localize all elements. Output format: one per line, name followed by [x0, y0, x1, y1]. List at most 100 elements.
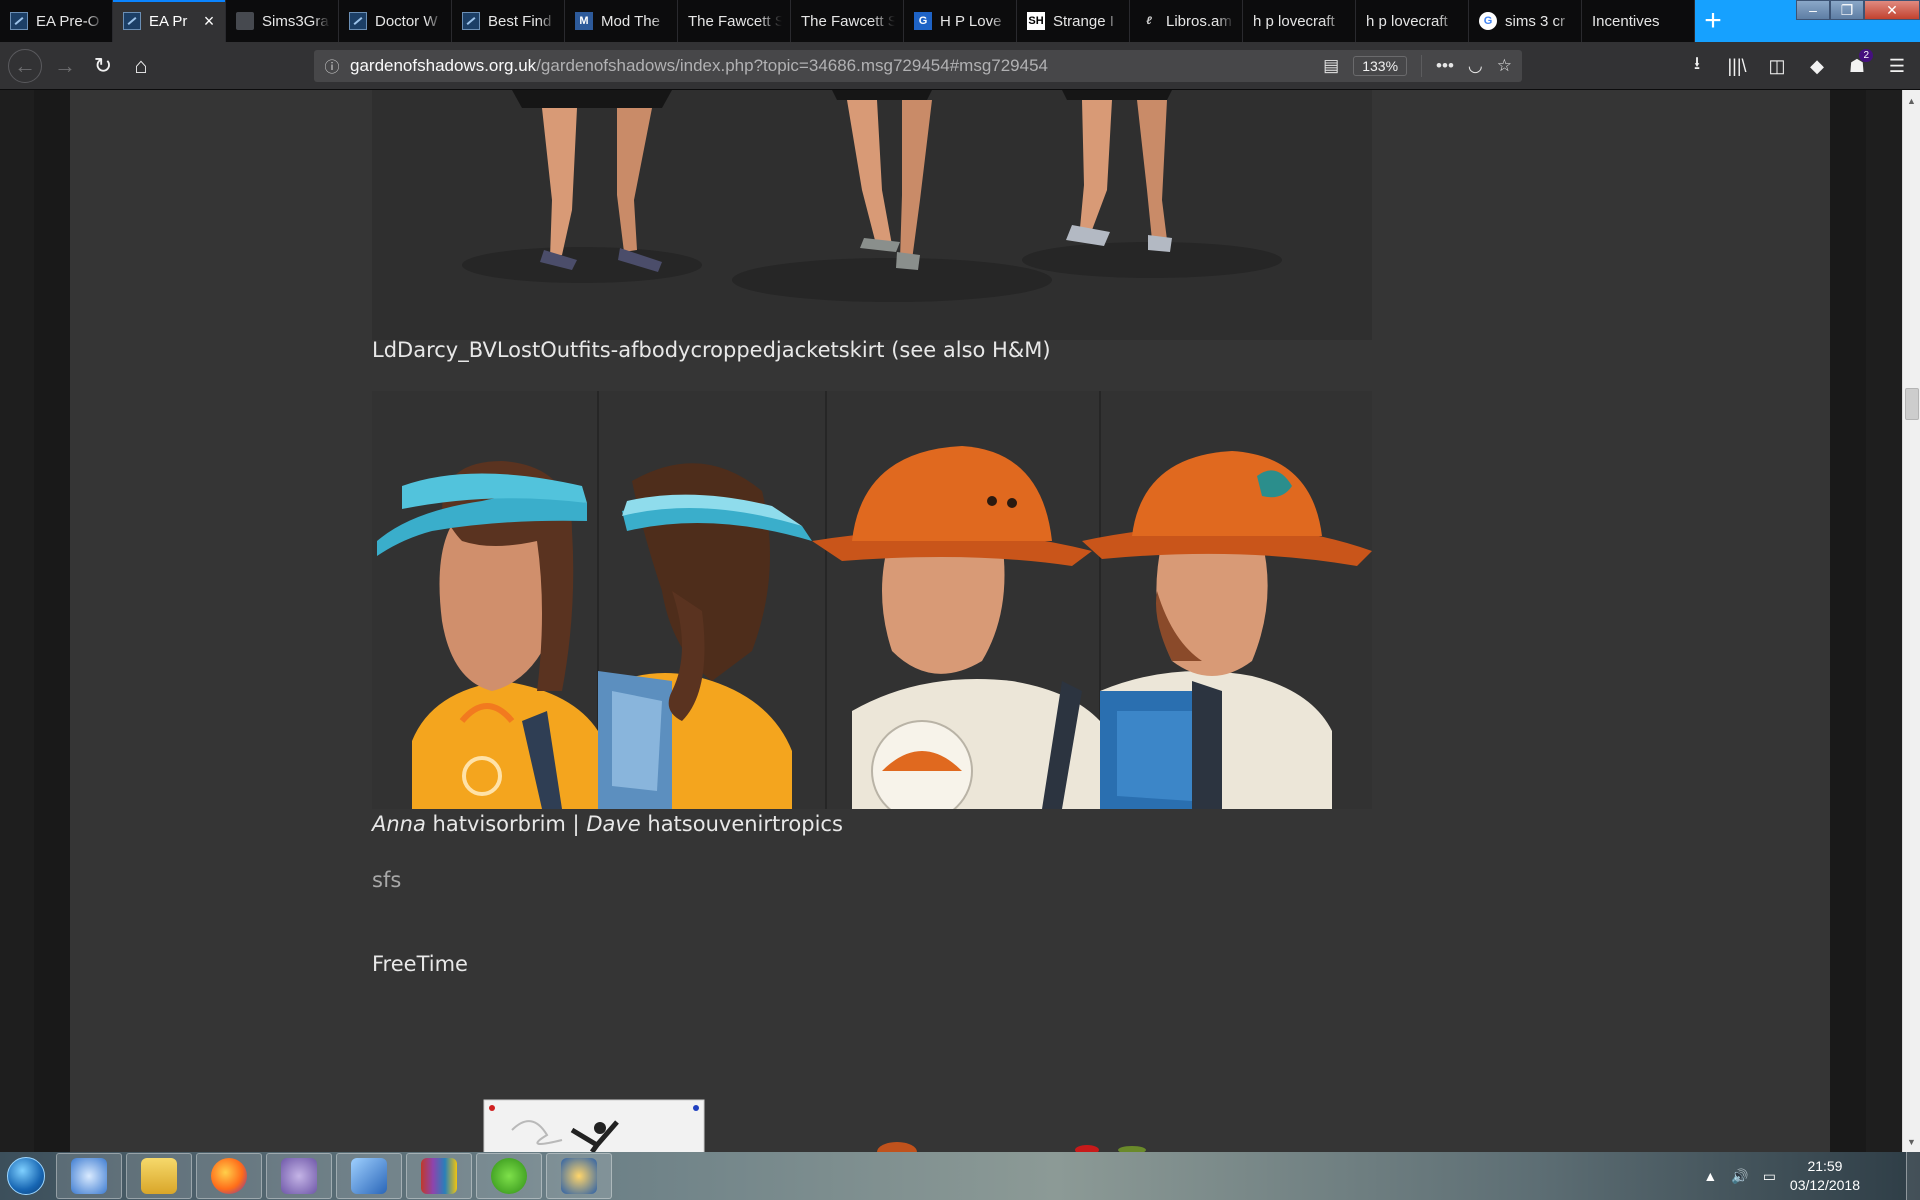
- tab-title: Mod The: [601, 12, 660, 30]
- browser-tab[interactable]: h p lovecraft: [1243, 0, 1356, 42]
- notification-badge: 2: [1859, 49, 1873, 62]
- caption-item-visor: hatvisorbrim |: [425, 812, 587, 836]
- browser-tab[interactable]: ℓ Libros.am: [1130, 0, 1243, 42]
- firefox-icon: [211, 1158, 247, 1194]
- navigation-toolbar: ← → ↻ ⌂ ⓘ gardenofshadows.org.uk/gardeno…: [0, 42, 1920, 90]
- system-tray: ▲ 🔊 ▭ 21:59 03/12/2018: [1703, 1152, 1860, 1200]
- browser-tab[interactable]: h p lovecraft: [1356, 0, 1469, 42]
- browser-tab[interactable]: G H P Love: [904, 0, 1017, 42]
- url-path: /gardenofshadows/index.php?topic=34686.m…: [536, 56, 1048, 75]
- browser-tab[interactable]: M Mod The: [565, 0, 678, 42]
- browser-tab[interactable]: Sims3Gra: [226, 0, 339, 42]
- scrollbar-thumb[interactable]: [1905, 388, 1919, 420]
- tab-title: H P Love: [940, 12, 1002, 30]
- taskbar-archiver[interactable]: [406, 1153, 472, 1199]
- url-bar[interactable]: ⓘ gardenofshadows.org.uk/gardenofshadows…: [314, 50, 1522, 82]
- taskbar-photo-app[interactable]: [546, 1153, 612, 1199]
- browser-tab[interactable]: Best Find: [452, 0, 565, 42]
- account-icon[interactable]: ☗ 2: [1840, 47, 1874, 85]
- browser-tab[interactable]: Gsims 3 cr: [1469, 0, 1582, 42]
- volume-icon[interactable]: 🔊: [1731, 1168, 1748, 1185]
- browser-tab[interactable]: Incentives: [1582, 0, 1695, 42]
- reload-button[interactable]: ↻: [84, 47, 122, 85]
- back-button[interactable]: ←: [8, 48, 42, 83]
- browser-tab[interactable]: SH Strange I: [1017, 0, 1130, 42]
- menu-icon[interactable]: ☰: [1880, 47, 1914, 85]
- green-app-icon: [491, 1158, 527, 1194]
- sidebar-icon[interactable]: ◫: [1760, 47, 1794, 85]
- tab-title: Best Find: [488, 12, 552, 30]
- tab-title: Doctor W: [375, 12, 438, 30]
- taskbar-app-5[interactable]: [336, 1153, 402, 1199]
- downloads-icon[interactable]: ⭳: [1680, 47, 1714, 85]
- caption-item-tropics: hatsouvenirtropics: [640, 812, 843, 836]
- tab-title: h p lovecraft: [1366, 12, 1448, 30]
- bookmark-star-icon[interactable]: ☆: [1497, 56, 1512, 76]
- clock-date: 03/12/2018: [1789, 1177, 1860, 1193]
- forward-button[interactable]: →: [46, 47, 84, 85]
- tab-strip: EA Pre-O EA Pr × Sims3Gra Doctor W Best Find M…: [0, 0, 1920, 42]
- tab-favicon-icon: G: [914, 12, 932, 30]
- freetime-illustration: [483, 1099, 1146, 1152]
- tab-title: The Fawcett S: [688, 12, 782, 30]
- browser-tab[interactable]: The Fawcett S: [791, 0, 904, 42]
- page-actions-icon[interactable]: •••: [1436, 56, 1454, 76]
- browser-tab[interactable]: The Fawcett S: [678, 0, 791, 42]
- url-bar-separator: [1421, 55, 1423, 77]
- page-scrollbar[interactable]: ▲ ▼: [1902, 90, 1920, 1152]
- extension-icon[interactable]: ◆: [1800, 47, 1834, 85]
- freetime-heading: FreeTime: [372, 952, 468, 976]
- tab-favicon-icon: M: [575, 12, 593, 30]
- taskbar-mail-app[interactable]: [56, 1153, 122, 1199]
- start-button[interactable]: [0, 1152, 52, 1200]
- tab-title: Sims3Gra: [262, 12, 329, 30]
- taskbar-clock[interactable]: 21:59 03/12/2018: [1790, 1157, 1860, 1195]
- taskbar-pidgin[interactable]: [266, 1153, 332, 1199]
- tab-favicon-icon: [349, 12, 367, 30]
- caption-name-dave: Dave: [586, 812, 641, 836]
- toolbar-right: ⭳ |||\ ◫ ◆ ☗ 2 ☰: [1680, 47, 1914, 85]
- browser-tab[interactable]: EA Pr ×: [113, 0, 226, 42]
- taskbar-firefox[interactable]: [196, 1153, 262, 1199]
- tab-close-icon[interactable]: ×: [201, 11, 217, 32]
- close-window-button[interactable]: ✕: [1864, 0, 1920, 20]
- page-viewport: LdDarcy_BVLostOutfits-afbodycroppedjacke…: [0, 90, 1902, 1152]
- windows-taskbar: ▲ 🔊 ▭ 21:59 03/12/2018: [0, 1152, 1920, 1200]
- network-icon[interactable]: ▭: [1763, 1168, 1776, 1185]
- browser-tab[interactable]: Doctor W: [339, 0, 452, 42]
- hats-caption: Anna hatvisorbrim | Dave hatsouvenirtrop…: [372, 812, 843, 836]
- taskbar-dreamweaver[interactable]: [476, 1153, 542, 1199]
- tab-favicon-icon: G: [1479, 12, 1497, 30]
- photo-viewer-icon: [561, 1158, 597, 1194]
- site-info-icon[interactable]: ⓘ: [314, 56, 350, 77]
- tab-title: EA Pre-O: [36, 12, 100, 30]
- show-desktop-button[interactable]: [1906, 1152, 1920, 1200]
- outfit-legs-image: [372, 90, 1372, 340]
- reader-view-icon[interactable]: ▤: [1323, 56, 1339, 76]
- tab-favicon-icon: ℓ: [1146, 15, 1152, 27]
- tab-title: Incentives: [1592, 12, 1660, 30]
- library-icon[interactable]: |||\: [1720, 47, 1754, 85]
- pidgin-icon: [281, 1158, 317, 1194]
- url-bar-actions: ▤ 133% ••• ◡ ☆: [1323, 50, 1512, 82]
- zoom-indicator[interactable]: 133%: [1353, 56, 1408, 76]
- tab-favicon-icon: SH: [1027, 12, 1045, 30]
- scroll-up-arrow[interactable]: ▲: [1903, 92, 1920, 109]
- browser-tab[interactable]: EA Pre-O: [0, 0, 113, 42]
- new-tab-button[interactable]: +: [1695, 0, 1731, 42]
- sfs-caption: sfs: [372, 868, 402, 892]
- tray-expand-icon[interactable]: ▲: [1703, 1168, 1717, 1184]
- scroll-down-arrow[interactable]: ▼: [1903, 1133, 1920, 1150]
- maximize-button[interactable]: ❐: [1830, 0, 1864, 20]
- outfit-caption: LdDarcy_BVLostOutfits-afbodycroppedjacke…: [372, 338, 1051, 362]
- taskbar-explorer[interactable]: [126, 1153, 192, 1199]
- tab-favicon-icon: [10, 12, 28, 30]
- folder-icon: [141, 1158, 177, 1194]
- tab-favicon-icon: [236, 12, 254, 30]
- home-button[interactable]: ⌂: [122, 47, 160, 85]
- minimize-button[interactable]: ‒: [1796, 0, 1830, 20]
- pocket-icon[interactable]: ◡: [1468, 56, 1483, 76]
- tab-title: h p lovecraft: [1253, 12, 1335, 30]
- legs-illustration: [372, 90, 1372, 340]
- hats-illustration: [372, 391, 1372, 809]
